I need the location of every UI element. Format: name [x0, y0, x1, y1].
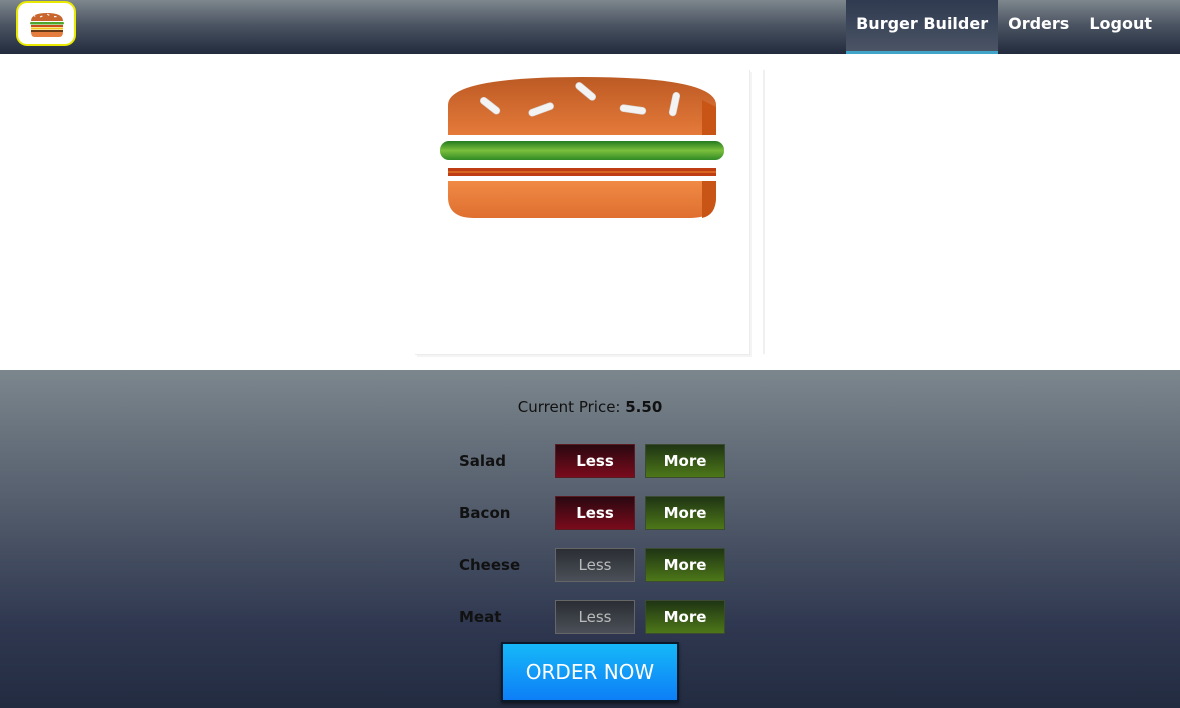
order-now-button[interactable]: ORDER NOW: [501, 642, 679, 702]
toolbar: Burger Builder Orders Logout: [0, 0, 1180, 54]
ingredient-label-cheese: Cheese: [459, 556, 521, 574]
salad-less-button[interactable]: Less: [555, 444, 635, 478]
meat-less-button[interactable]: Less: [555, 600, 635, 634]
price-label: Current Price:: [517, 398, 626, 416]
burger-illustration: [440, 77, 724, 218]
cheese-more-button[interactable]: More: [645, 548, 725, 582]
cheese-less-button[interactable]: Less: [555, 548, 635, 582]
current-price: Current Price: 5.50: [0, 398, 1180, 416]
bacon-more-button[interactable]: More: [645, 496, 725, 530]
bacon-less-button[interactable]: Less: [555, 496, 635, 530]
nav-menu: Burger Builder Orders Logout: [846, 0, 1162, 54]
build-controls: Current Price: 5.50 Salad Less More Baco…: [0, 370, 1180, 708]
bread-bottom: [448, 181, 716, 218]
price-value: 5.50: [625, 398, 663, 416]
nav-item-logout[interactable]: Logout: [1079, 0, 1162, 54]
meat-more-button[interactable]: More: [645, 600, 725, 634]
card-shadow: [763, 70, 765, 354]
burger-icon: [30, 13, 64, 37]
bread-top: [448, 77, 716, 135]
salad-more-button[interactable]: More: [645, 444, 725, 478]
burger-preview: [415, 70, 765, 370]
salad-layer: [440, 141, 724, 160]
burger-logo[interactable]: [16, 1, 76, 46]
ingredient-label-salad: Salad: [459, 452, 506, 470]
ingredient-label-meat: Meat: [459, 608, 502, 626]
burger-card: [415, 70, 750, 355]
nav-item-orders[interactable]: Orders: [998, 0, 1079, 54]
nav-item-burger-builder[interactable]: Burger Builder: [846, 0, 999, 54]
ingredient-label-bacon: Bacon: [459, 504, 511, 522]
